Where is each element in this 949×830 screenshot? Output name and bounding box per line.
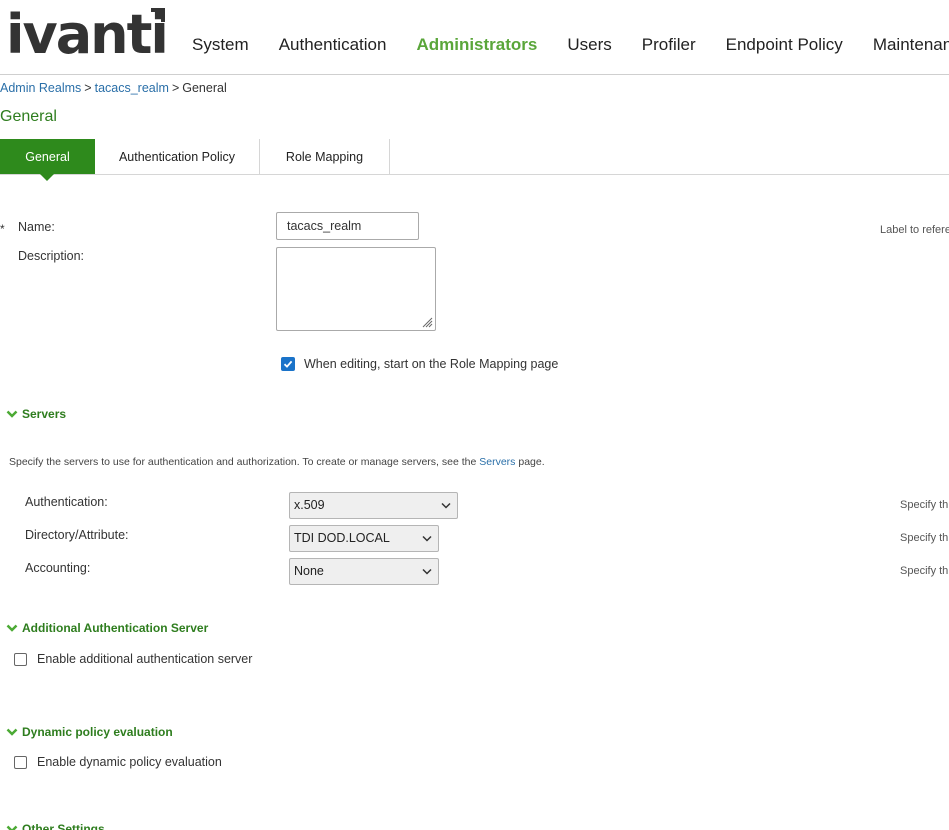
additional-auth-section-title: Additional Authentication Server bbox=[22, 621, 209, 635]
required-marker: * bbox=[0, 222, 5, 236]
additional-auth-checkbox[interactable] bbox=[14, 653, 27, 666]
role-mapping-checkbox-label[interactable]: When editing, start on the Role Mapping … bbox=[304, 357, 558, 371]
other-settings-section-header[interactable]: Other Settings bbox=[6, 822, 105, 830]
checkmark-icon bbox=[283, 360, 293, 368]
accounting-label: Accounting: bbox=[25, 561, 91, 575]
nav-maintenance[interactable]: Maintenance bbox=[873, 34, 949, 56]
breadcrumb-admin-realms[interactable]: Admin Realms bbox=[0, 81, 81, 95]
chevron-down-icon bbox=[6, 728, 18, 736]
tab-role-mapping[interactable]: Role Mapping bbox=[260, 139, 390, 174]
chevron-down-icon bbox=[422, 535, 432, 542]
nav-authentication[interactable]: Authentication bbox=[279, 34, 387, 56]
additional-auth-checkbox-label[interactable]: Enable additional authentication server bbox=[37, 652, 252, 666]
breadcrumb: Admin Realms > tacacs_realm > General bbox=[0, 81, 227, 95]
nav-endpoint-policy[interactable]: Endpoint Policy bbox=[726, 34, 843, 56]
ivanti-logo[interactable]: ivanti bbox=[6, 3, 169, 66]
directory-attribute-select-value: TDI DOD.LOCAL bbox=[294, 531, 390, 545]
dynamic-policy-section-header[interactable]: Dynamic policy evaluation bbox=[6, 725, 173, 739]
chevron-down-icon bbox=[6, 410, 18, 418]
dynamic-policy-section-title: Dynamic policy evaluation bbox=[22, 725, 173, 739]
chevron-down-icon bbox=[6, 825, 18, 830]
nav-administrators[interactable]: Administrators bbox=[416, 34, 537, 56]
authentication-select[interactable]: x.509 bbox=[289, 492, 458, 519]
logo-corner-mark-icon bbox=[151, 8, 165, 22]
tab-general[interactable]: General bbox=[0, 139, 95, 181]
role-mapping-checkbox[interactable] bbox=[281, 357, 295, 371]
authentication-hint: Specify th bbox=[900, 499, 949, 511]
nav-profiler[interactable]: Profiler bbox=[642, 34, 696, 56]
name-label: Name: bbox=[18, 220, 55, 234]
servers-link[interactable]: Servers bbox=[479, 456, 515, 468]
nav-system[interactable]: System bbox=[192, 34, 249, 56]
dynamic-policy-checkbox[interactable] bbox=[14, 756, 27, 769]
page-title: General bbox=[0, 108, 57, 125]
servers-info-text: Specify the servers to use for authentic… bbox=[9, 456, 545, 468]
name-hint: Label to refere bbox=[880, 224, 949, 236]
servers-info-prefix: Specify the servers to use for authentic… bbox=[9, 456, 480, 468]
breadcrumb-separator: > bbox=[171, 81, 180, 95]
directory-attribute-select[interactable]: TDI DOD.LOCAL bbox=[289, 525, 439, 552]
dynamic-policy-checkbox-label[interactable]: Enable dynamic policy evaluation bbox=[37, 755, 222, 769]
logo-text: ivanti bbox=[6, 3, 169, 66]
authentication-select-value: x.509 bbox=[294, 498, 325, 512]
description-textarea[interactable] bbox=[276, 247, 436, 331]
servers-info-suffix: page. bbox=[515, 456, 545, 468]
chevron-down-icon bbox=[422, 568, 432, 575]
directory-attribute-label: Directory/Attribute: bbox=[25, 528, 129, 542]
accounting-select-value: None bbox=[294, 564, 324, 578]
tab-bar: General Authentication Policy Role Mappi… bbox=[0, 139, 949, 181]
breadcrumb-tacacs-realm[interactable]: tacacs_realm bbox=[95, 81, 169, 95]
main-nav: System Authentication Administrators Use… bbox=[192, 34, 949, 56]
authentication-label: Authentication: bbox=[25, 495, 108, 509]
top-header: ivanti System Authentication Administrat… bbox=[0, 0, 949, 75]
accounting-select[interactable]: None bbox=[289, 558, 439, 585]
other-settings-section-title: Other Settings bbox=[22, 822, 105, 830]
description-label: Description: bbox=[18, 249, 84, 263]
additional-auth-section-header[interactable]: Additional Authentication Server bbox=[6, 621, 208, 635]
resize-grip-icon[interactable] bbox=[421, 316, 433, 328]
chevron-down-icon bbox=[6, 624, 18, 632]
directory-attribute-hint: Specify th bbox=[900, 532, 949, 544]
accounting-hint: Specify th bbox=[900, 565, 949, 577]
breadcrumb-current: General bbox=[182, 81, 227, 95]
name-input[interactable] bbox=[276, 212, 419, 240]
nav-users[interactable]: Users bbox=[567, 34, 611, 56]
servers-section-title: Servers bbox=[22, 407, 67, 421]
breadcrumb-separator: > bbox=[84, 81, 92, 95]
servers-section-header[interactable]: Servers bbox=[6, 407, 66, 421]
tab-authentication-policy[interactable]: Authentication Policy bbox=[95, 139, 260, 174]
page: ivanti System Authentication Administrat… bbox=[0, 0, 949, 830]
chevron-down-icon bbox=[441, 502, 451, 509]
